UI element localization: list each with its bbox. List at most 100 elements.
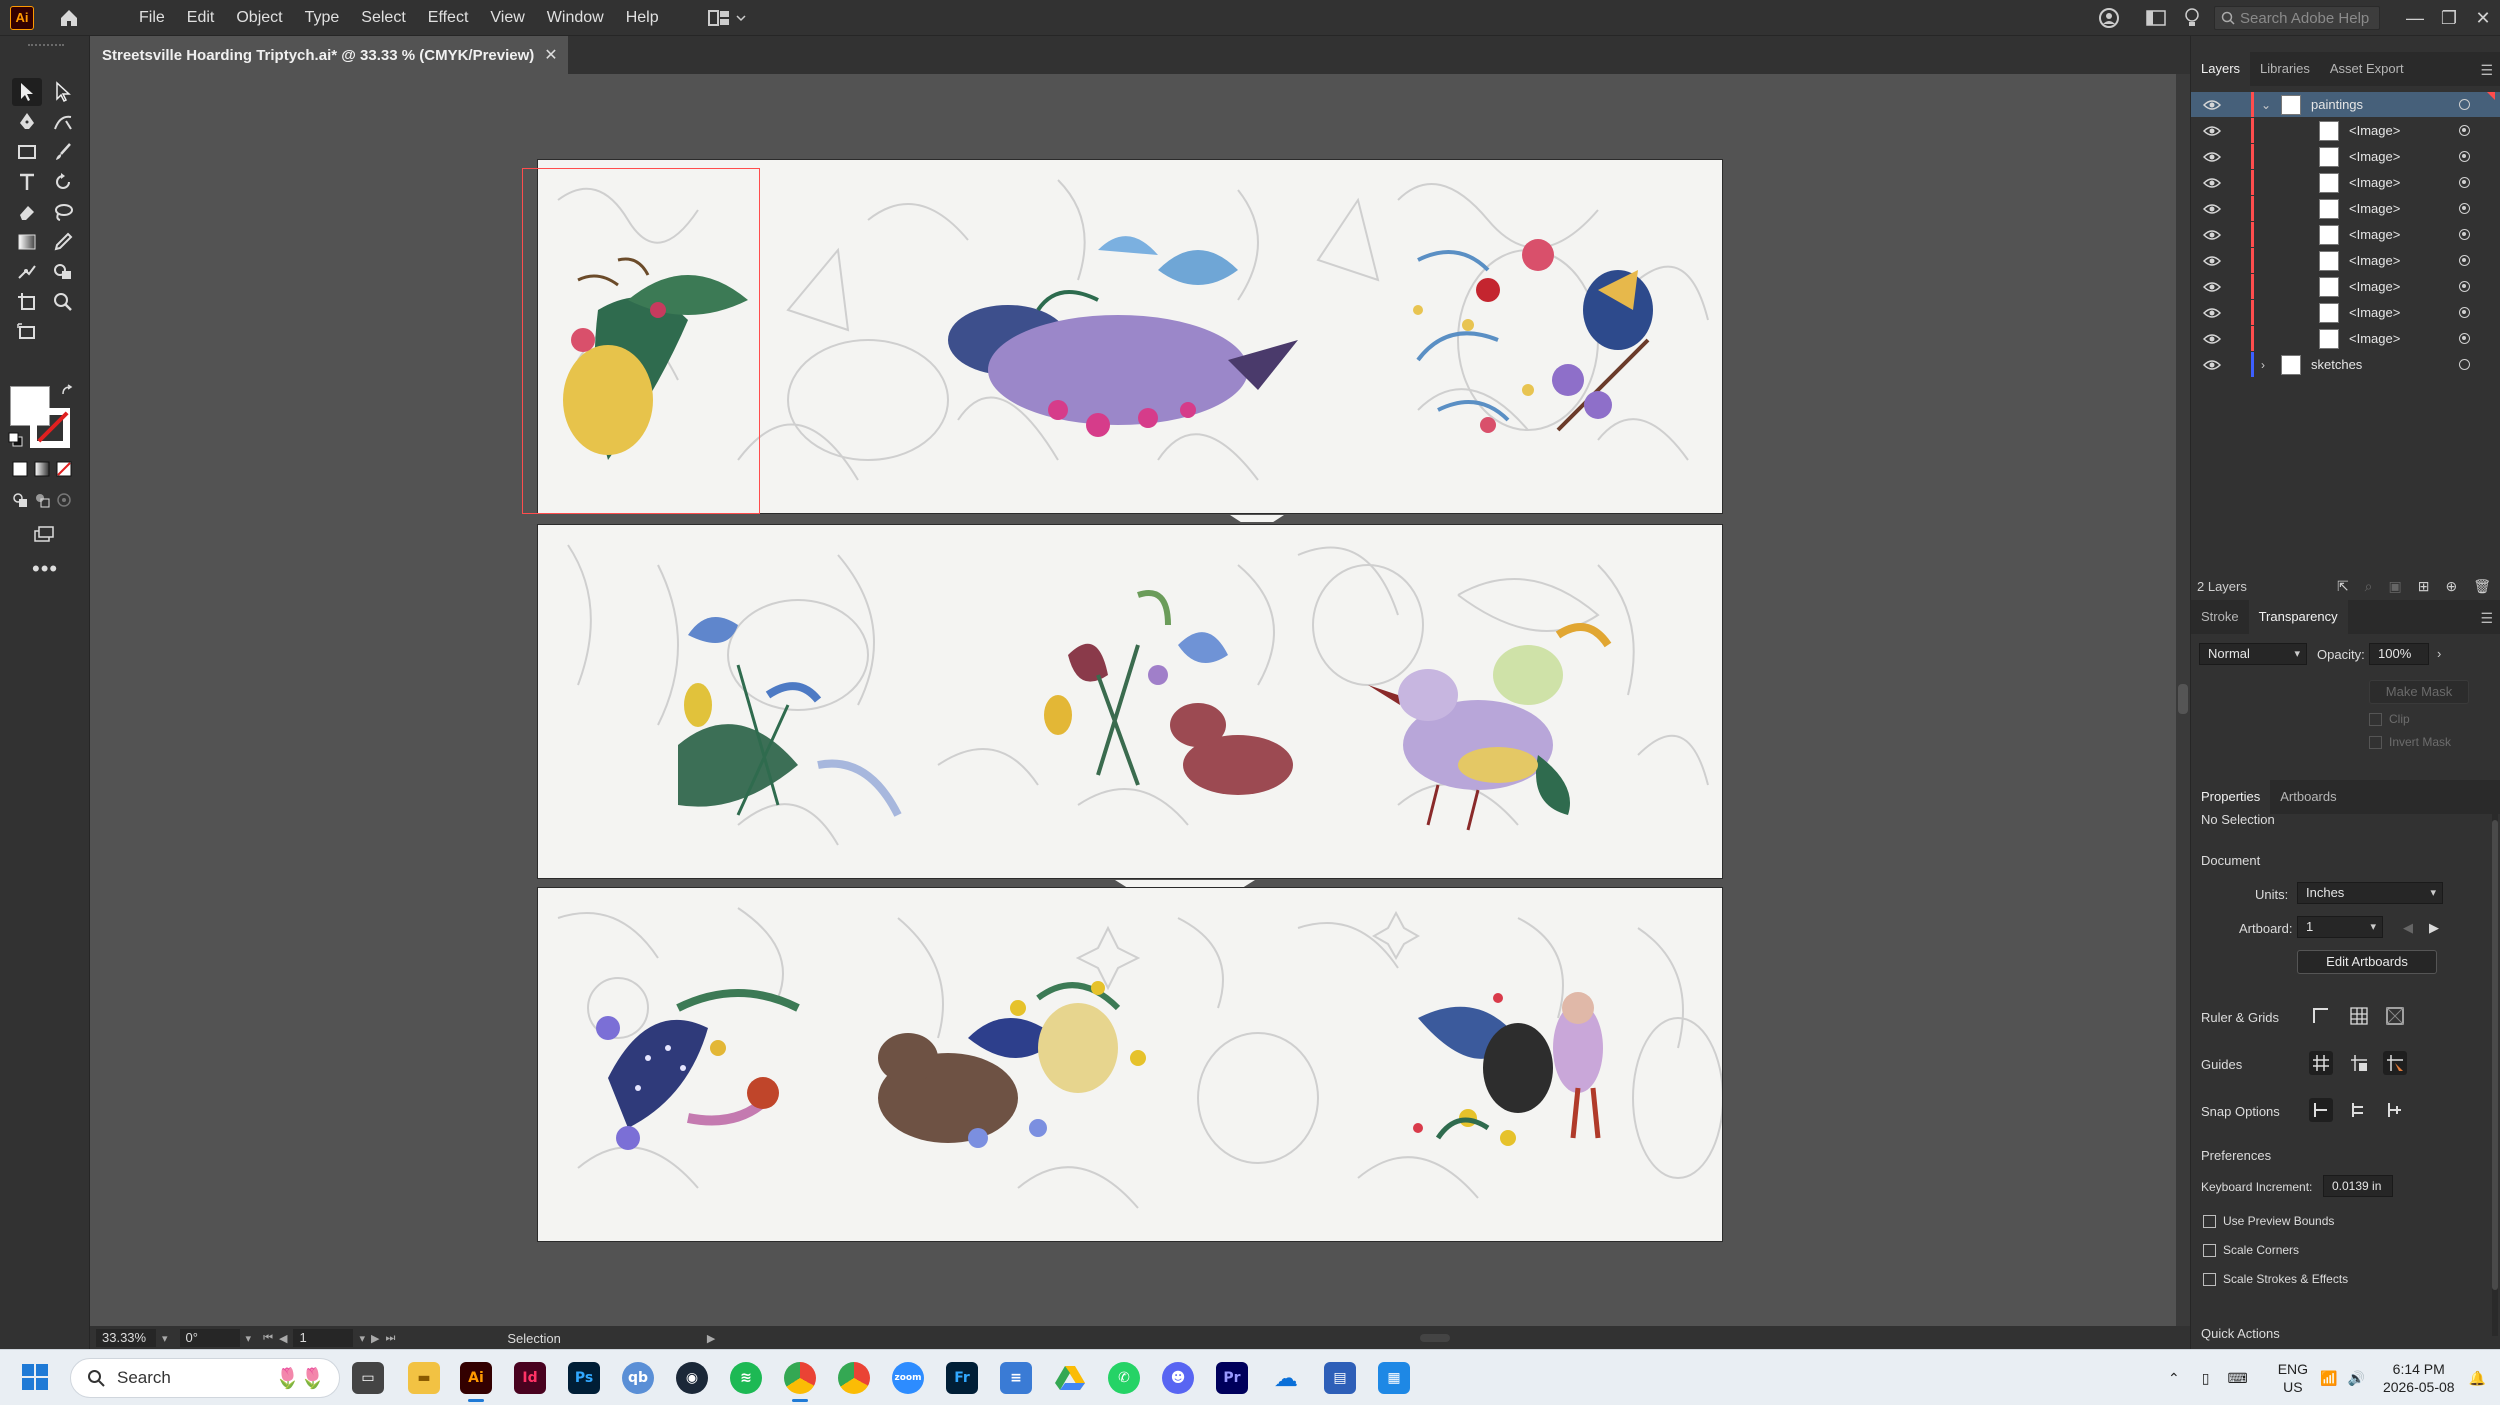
puppet-warp-tool-icon[interactable]	[12, 258, 42, 286]
artboard-bottom[interactable]	[537, 887, 1723, 1242]
color-mode-icon[interactable]	[12, 461, 28, 477]
rotation-control[interactable]: 0° ▾	[174, 1329, 258, 1347]
help-search-input[interactable]: Search Adobe Help	[2214, 6, 2380, 30]
tab-artboards[interactable]: Artboards	[2270, 780, 2346, 814]
wifi-icon[interactable]: 📶	[2320, 1370, 2337, 1387]
new-layer-icon[interactable]: ⊕	[2445, 578, 2457, 595]
direct-selection-tool-icon[interactable]	[48, 78, 78, 106]
panel-menu-icon[interactable]: ☰	[2480, 62, 2493, 79]
next-artboard-icon[interactable]: ▶	[2429, 920, 2439, 936]
menu-edit[interactable]: Edit	[176, 0, 226, 36]
layer-name[interactable]: <Image>	[2349, 201, 2400, 216]
layer-name[interactable]: <Image>	[2349, 149, 2400, 164]
eyedropper-tool-icon[interactable]	[48, 228, 78, 256]
previous-artboard-icon[interactable]: ◀	[279, 1332, 287, 1345]
zoom-tool-icon[interactable]	[48, 288, 78, 316]
canvas-area[interactable]	[90, 74, 2190, 1326]
draw-normal-icon[interactable]	[12, 492, 28, 508]
visibility-eye-icon[interactable]	[2203, 203, 2221, 215]
tab-properties[interactable]: Properties	[2191, 780, 2271, 814]
google-drive-icon[interactable]	[1054, 1362, 1086, 1394]
app-window-icon[interactable]: ▤	[1324, 1362, 1356, 1394]
visibility-eye-icon[interactable]	[2203, 333, 2221, 345]
show-hidden-icons[interactable]: ⌃	[2168, 1370, 2180, 1387]
tab-stroke[interactable]: Stroke	[2191, 600, 2249, 634]
zoom-value[interactable]: 33.33%	[96, 1329, 156, 1347]
layer-row-sketches[interactable]: › sketches	[2191, 352, 2500, 377]
curvature-tool-icon[interactable]	[48, 108, 78, 136]
lock-guides-icon[interactable]	[2347, 1051, 2371, 1075]
stroke-color-swatch[interactable]	[30, 408, 70, 448]
visibility-eye-icon[interactable]	[2203, 229, 2221, 241]
taskbar-premiere-icon[interactable]: Pr	[1216, 1362, 1248, 1394]
chevron-down-icon[interactable]: ▾	[162, 1332, 168, 1345]
chevron-down-icon[interactable]: ▾	[359, 1332, 365, 1345]
show-guides-icon[interactable]	[2309, 1051, 2333, 1075]
close-tab-icon[interactable]: ✕	[544, 45, 557, 65]
layer-name[interactable]: <Image>	[2349, 253, 2400, 268]
artboard-navigator[interactable]: ⏮ ◀ 1 ▾ ▶ ⏭	[257, 1329, 401, 1347]
workspace-switcher[interactable]	[707, 9, 746, 26]
layer-target-icon[interactable]	[2459, 203, 2470, 214]
export-icon[interactable]: ⇱	[2337, 578, 2349, 595]
keyboard-icon[interactable]: ⌨	[2228, 1370, 2248, 1387]
grid-icon[interactable]	[2347, 1004, 2371, 1028]
menu-type[interactable]: Type	[294, 0, 351, 36]
menu-help[interactable]: Help	[615, 0, 670, 36]
blend-mode-select[interactable]: Normal ▾	[2199, 643, 2307, 665]
file-explorer-icon[interactable]: ▬	[408, 1362, 440, 1394]
expand-layer-icon[interactable]: ›	[2261, 358, 2265, 372]
gradient-mode-icon[interactable]	[34, 461, 50, 477]
new-sublayer-icon[interactable]: ⊞	[2418, 578, 2430, 595]
first-artboard-icon[interactable]: ⏮	[263, 1332, 273, 1345]
windows-start-icon[interactable]	[22, 1364, 48, 1390]
visibility-eye-icon[interactable]	[2203, 255, 2221, 267]
task-view-icon[interactable]: ▭	[352, 1362, 384, 1394]
tab-libraries[interactable]: Libraries	[2250, 52, 2320, 86]
phone-link-icon[interactable]: ▯	[2202, 1370, 2210, 1387]
edit-artboards-button[interactable]: Edit Artboards	[2297, 950, 2437, 974]
canvas-horizontal-scrollbar[interactable]	[720, 1334, 2160, 1342]
volume-icon[interactable]: 🔊	[2348, 1370, 2365, 1387]
draw-inside-icon[interactable]	[56, 492, 72, 508]
chevron-down-icon[interactable]: ▾	[246, 1332, 252, 1345]
clip-checkbox[interactable]	[2369, 713, 2382, 726]
menu-file[interactable]: File	[128, 0, 176, 36]
vertical-scroll-thumb[interactable]	[2178, 684, 2188, 714]
scale-corners-checkbox[interactable]	[2203, 1244, 2216, 1257]
visibility-eye-icon[interactable]	[2203, 281, 2221, 293]
arrange-documents-icon[interactable]	[2146, 9, 2166, 27]
menu-effect[interactable]: Effect	[417, 0, 480, 36]
zoom-control[interactable]: 33.33% ▾	[90, 1329, 174, 1347]
layer-row-image[interactable]: <Image>	[2191, 222, 2500, 247]
layer-row-image[interactable]: <Image>	[2191, 300, 2500, 325]
smart-guides-icon[interactable]	[2383, 1051, 2407, 1075]
default-colors-icon[interactable]	[8, 432, 24, 448]
pixel-grid-icon[interactable]	[2383, 1004, 2407, 1028]
current-tool-status[interactable]: Selection	[501, 1331, 566, 1346]
tab-transparency[interactable]: Transparency	[2248, 600, 2348, 634]
opacity-input[interactable]: 100%	[2369, 643, 2429, 665]
none-mode-icon[interactable]	[56, 461, 72, 477]
layer-target-icon[interactable]	[2459, 333, 2470, 344]
layer-row-image[interactable]: <Image>	[2191, 118, 2500, 143]
onedrive-icon[interactable]: ☁	[1270, 1362, 1302, 1394]
layer-row-image[interactable]: <Image>	[2191, 196, 2500, 221]
menu-window[interactable]: Window	[536, 0, 615, 36]
app-remote-icon[interactable]: ▦	[1378, 1362, 1410, 1394]
swap-colors-icon[interactable]	[60, 384, 76, 400]
artboard-number[interactable]: 1	[293, 1329, 354, 1347]
layer-target-icon[interactable]	[2459, 229, 2470, 240]
paintbrush-tool-icon[interactable]	[48, 138, 78, 166]
taskbar-fresco-icon[interactable]: Fr	[946, 1362, 978, 1394]
layer-target-icon[interactable]	[2459, 281, 2470, 292]
trash-icon[interactable]: 🗑	[2473, 578, 2491, 595]
minimize-button[interactable]: —	[2398, 8, 2432, 29]
taskbar-photoshop-icon[interactable]: Ps	[568, 1362, 600, 1394]
collapse-layer-icon[interactable]: ⌄	[2261, 98, 2271, 112]
chrome-icon[interactable]	[784, 1362, 816, 1402]
layer-row-image[interactable]: <Image>	[2191, 274, 2500, 299]
layer-row-image[interactable]: <Image>	[2191, 326, 2500, 351]
layer-row-image[interactable]: <Image>	[2191, 248, 2500, 273]
artboard-tool-icon[interactable]	[12, 288, 42, 316]
